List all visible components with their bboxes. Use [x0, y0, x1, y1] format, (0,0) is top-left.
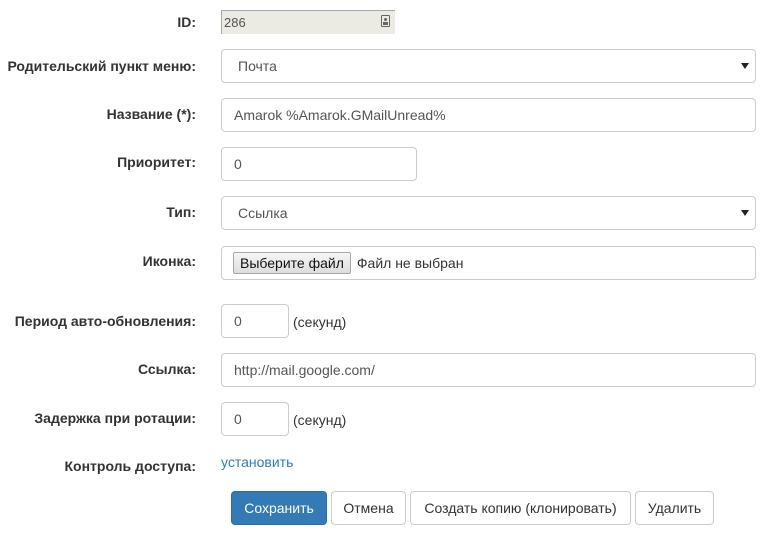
name-input-value: Amarok %Amarok.GMailUnread% [234, 107, 446, 123]
name-input[interactable]: Amarok %Amarok.GMailUnread% [221, 98, 756, 132]
priority-label: Приоритет: [117, 154, 196, 170]
url-input-value: http://mail.google.com/ [234, 362, 375, 378]
name-label: Название (*): [106, 106, 196, 122]
url-input[interactable]: http://mail.google.com/ [221, 353, 756, 387]
type-select-value: Ссылка [238, 205, 288, 221]
id-field: 286 [221, 10, 395, 34]
clone-button[interactable]: Создать копию (клонировать) [410, 491, 631, 525]
delete-button[interactable]: Удалить [635, 491, 714, 525]
rotation-label: Задержка при ротации: [34, 410, 196, 426]
save-button[interactable]: Сохранить [231, 491, 327, 525]
rotation-input[interactable]: 0 [221, 402, 289, 436]
refresh-label: Период авто-обновления: [14, 313, 196, 329]
id-value: 286 [224, 15, 246, 30]
chevron-down-icon [741, 210, 749, 216]
choose-file-button[interactable]: Выберите файл [233, 252, 351, 274]
type-label: Тип: [166, 204, 196, 220]
rotation-input-value: 0 [234, 411, 242, 427]
parent-label: Родительский пункт меню: [7, 58, 196, 74]
refresh-input[interactable]: 0 [221, 304, 289, 338]
url-label: Ссылка: [137, 361, 196, 377]
chevron-down-icon [741, 63, 749, 69]
refresh-unit: (секунд) [293, 314, 347, 330]
priority-input-value: 0 [234, 156, 242, 172]
priority-input[interactable]: 0 [221, 147, 417, 181]
set-access-link[interactable]: установить [221, 452, 293, 472]
parent-select[interactable]: Почта [221, 49, 756, 83]
parent-select-value: Почта [238, 58, 277, 74]
icon-label: Иконка: [142, 253, 196, 269]
refresh-input-value: 0 [234, 313, 242, 329]
access-label: Контроль доступа: [64, 458, 197, 474]
id-label: ID: [177, 14, 196, 30]
contact-card-icon [381, 15, 390, 27]
file-status: Файл не выбран [356, 255, 464, 271]
rotation-unit: (секунд) [293, 412, 347, 428]
cancel-button[interactable]: Отмена [331, 491, 406, 525]
icon-file-input[interactable]: Выберите файл Файл не выбран [221, 246, 756, 280]
type-select[interactable]: Ссылка [221, 196, 756, 230]
